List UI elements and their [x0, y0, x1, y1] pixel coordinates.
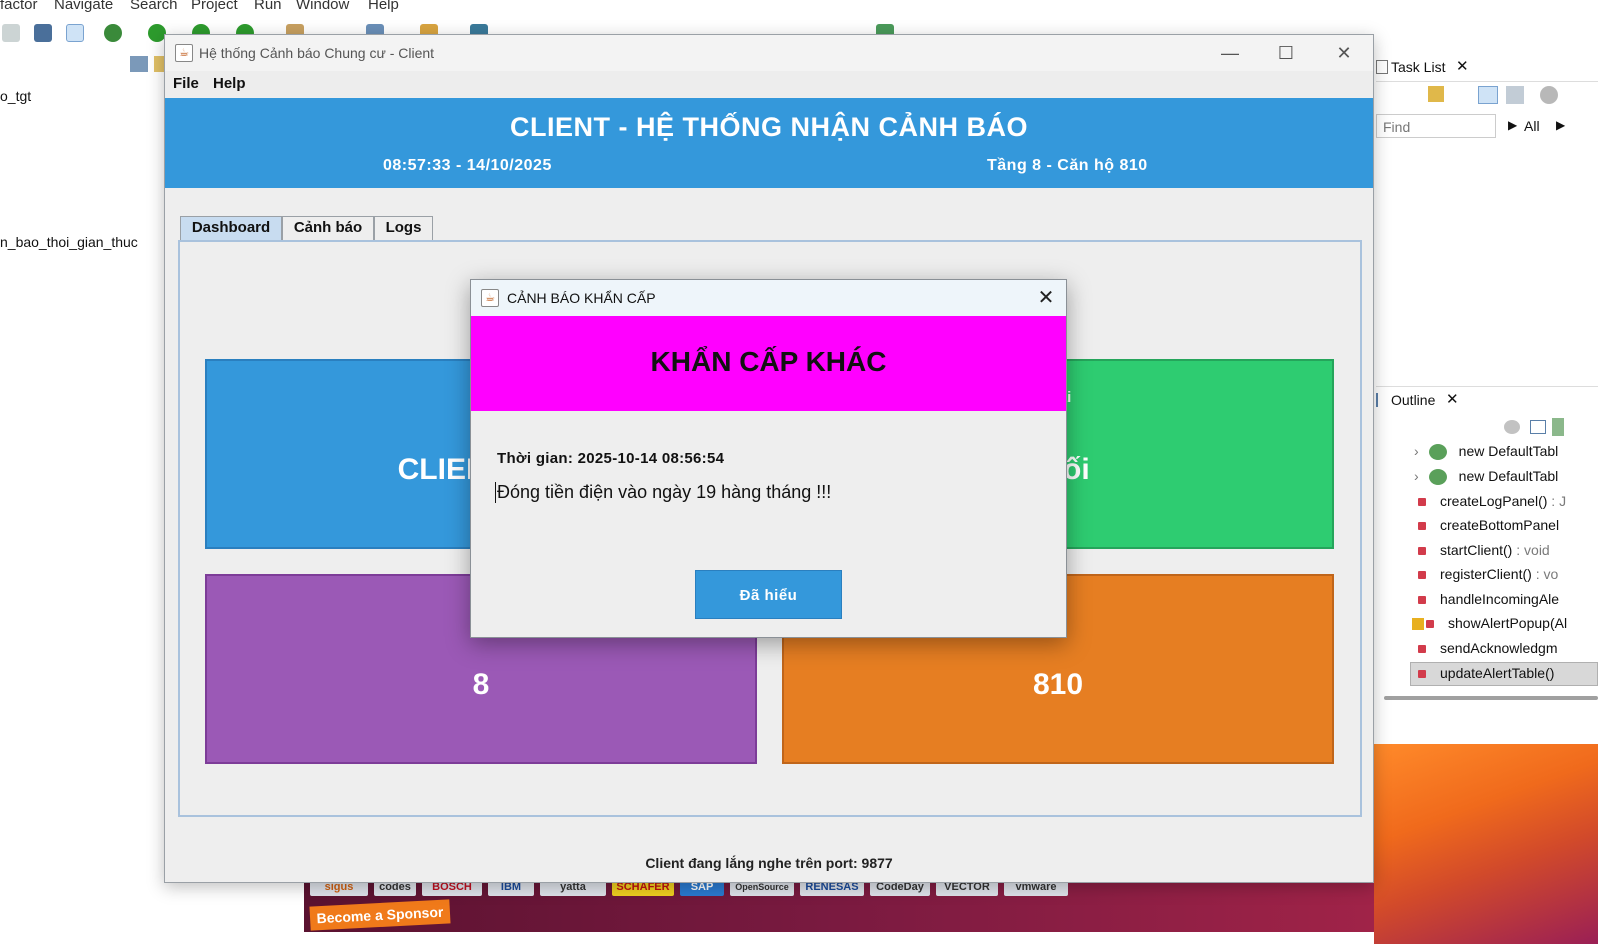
outline-close-icon[interactable]: ✕	[1446, 390, 1459, 408]
task-find-input[interactable]: Find	[1376, 114, 1496, 138]
alert-message[interactable]: Đóng tiền điện vào ngày 19 hàng tháng !!…	[495, 482, 831, 503]
acknowledge-button[interactable]: Đã hiểu	[695, 570, 842, 619]
outline-item-selected[interactable]: updateAlertTable()	[1410, 662, 1598, 686]
dialog-title: CẢNH BÁO KHẨN CẤP	[507, 290, 656, 306]
header-band: CLIENT - HỆ THỐNG NHẬN CẢNH BÁO 08:57:33…	[165, 98, 1373, 188]
close-button[interactable]: ✕	[1321, 39, 1367, 67]
outline-icon	[1376, 393, 1388, 407]
debug-icon[interactable]	[104, 24, 122, 42]
new-task-icon[interactable]	[1428, 86, 1444, 102]
find-arrow-icon[interactable]: ▶	[1508, 118, 1517, 132]
tab-logs[interactable]: Logs	[374, 216, 433, 240]
task-list-icon	[1376, 60, 1388, 74]
outline-item[interactable]: showAlertPopup(Al	[1412, 615, 1567, 637]
eclipse-menu-window[interactable]: Window	[296, 0, 349, 13]
undo-icon[interactable]	[2, 24, 20, 42]
eclipse-menubar: factor Navigate Search Project Run Windo…	[0, 0, 1598, 14]
eclipse-menu-run[interactable]: Run	[254, 0, 282, 13]
outline-item[interactable]: startClient() : void	[1418, 542, 1550, 564]
menu-help[interactable]: Help	[213, 75, 246, 92]
anonymous-class-icon	[1428, 469, 1447, 486]
eclipse-menu-search[interactable]: Search	[130, 0, 178, 13]
minimize-button[interactable]: —	[1207, 39, 1253, 67]
outline-item[interactable]: registerClient() : vo	[1418, 566, 1558, 588]
outline-item[interactable]: createBottomPanel	[1418, 517, 1559, 539]
eclipse-menu-project[interactable]: Project	[191, 0, 238, 13]
task-list-tab[interactable]: Task List ✕	[1376, 52, 1598, 82]
card-value: 810	[1032, 668, 1084, 701]
menu-file[interactable]: File	[173, 75, 199, 92]
alert-banner: KHẨN CẤP KHÁC	[471, 316, 1066, 411]
task-list-label: Task List	[1391, 59, 1446, 75]
tab-alerts[interactable]: Cảnh báo	[282, 216, 374, 240]
eclipse-menu-refactor[interactable]: factor	[0, 0, 38, 13]
console-icon[interactable]	[34, 24, 52, 42]
focus-icon[interactable]	[1540, 86, 1558, 104]
client-titlebar[interactable]: ☕ Hệ thống Cảnh báo Chung cư - Client — …	[165, 35, 1373, 71]
dialog-titlebar[interactable]: ☕ CẢNH BÁO KHẨN CẤP ✕	[471, 280, 1066, 316]
window-title: Hệ thống Cảnh báo Chung cư - Client	[199, 45, 435, 61]
private-method-icon	[1418, 522, 1426, 531]
outline-scrollbar[interactable]	[1384, 696, 1598, 700]
task-filter-all[interactable]: All	[1524, 118, 1540, 134]
java-app-icon: ☕	[175, 44, 193, 62]
outline-item[interactable]: handleIncomingAle	[1418, 591, 1559, 613]
private-method-icon	[1418, 571, 1426, 580]
scheduled-icon[interactable]	[1506, 86, 1524, 104]
card-value: 8	[472, 668, 490, 701]
become-sponsor-button[interactable]: Become a Sponsor	[309, 899, 451, 931]
alert-time: Thời gian: 2025-10-14 08:56:54	[497, 450, 725, 467]
dialog-close-button[interactable]: ✕	[1031, 284, 1061, 312]
outline-item[interactable]: › new DefaultTabl	[1414, 468, 1558, 490]
task-list-close-icon[interactable]: ✕	[1456, 57, 1469, 75]
hide-fields-icon[interactable]	[1504, 420, 1520, 434]
categorized-icon[interactable]	[1478, 86, 1498, 104]
outline-collapse-icon[interactable]	[1530, 420, 1546, 434]
tree-item-module[interactable]: n_bao_thoi_gian_thuc	[0, 234, 138, 250]
outline-tab[interactable]: Outline ✕	[1376, 386, 1598, 414]
location-display: Tầng 8 - Căn hộ 810	[987, 157, 1148, 174]
page-title: CLIENT - HỆ THỐNG NHẬN CẢNH BÁO	[510, 112, 1028, 142]
alert-heading: KHẨN CẤP KHÁC	[650, 346, 887, 377]
outline-item[interactable]: › new DefaultTabl	[1414, 443, 1558, 465]
private-method-icon	[1418, 547, 1426, 556]
tab-dashboard[interactable]: Dashboard	[180, 216, 282, 240]
private-method-icon	[1418, 645, 1426, 654]
java-app-icon: ☕	[481, 289, 499, 307]
sort-icon[interactable]	[1552, 418, 1564, 436]
filter-arrow-icon[interactable]: ▶	[1556, 118, 1565, 132]
skip-breakpoints-icon[interactable]	[66, 24, 84, 42]
clock-display: 08:57:33 - 14/10/2025	[383, 157, 552, 174]
status-bar: Client đang lắng nghe trên port: 9877	[645, 855, 893, 871]
desktop-wallpaper	[1374, 744, 1598, 944]
private-method-icon	[1418, 596, 1426, 605]
eclipse-menu-help[interactable]: Help	[368, 0, 399, 13]
private-method-icon	[1418, 498, 1426, 507]
eclipse-menu-navigate[interactable]: Navigate	[54, 0, 113, 13]
outline-label: Outline	[1391, 392, 1436, 408]
collapse-all-icon[interactable]	[130, 56, 148, 72]
outline-item[interactable]: createLogPanel() : J	[1418, 493, 1566, 515]
maximize-button[interactable]: ☐	[1263, 39, 1309, 67]
client-menubar: File Help	[165, 71, 1373, 97]
anonymous-class-icon	[1428, 444, 1447, 461]
sponsor-banner: sigus codes BOSCH IBM yatta SCHAFER SAP …	[304, 876, 1374, 932]
private-method-icon	[1426, 620, 1434, 629]
warning-icon	[1412, 618, 1424, 631]
outline-item[interactable]: sendAcknowledgm	[1418, 640, 1558, 662]
alert-dialog: ☕ CẢNH BÁO KHẨN CẤP ✕ KHẨN CẤP KHÁC Thời…	[470, 279, 1067, 638]
private-method-icon	[1418, 670, 1426, 679]
tree-item-project[interactable]: o_tgt	[0, 88, 31, 104]
